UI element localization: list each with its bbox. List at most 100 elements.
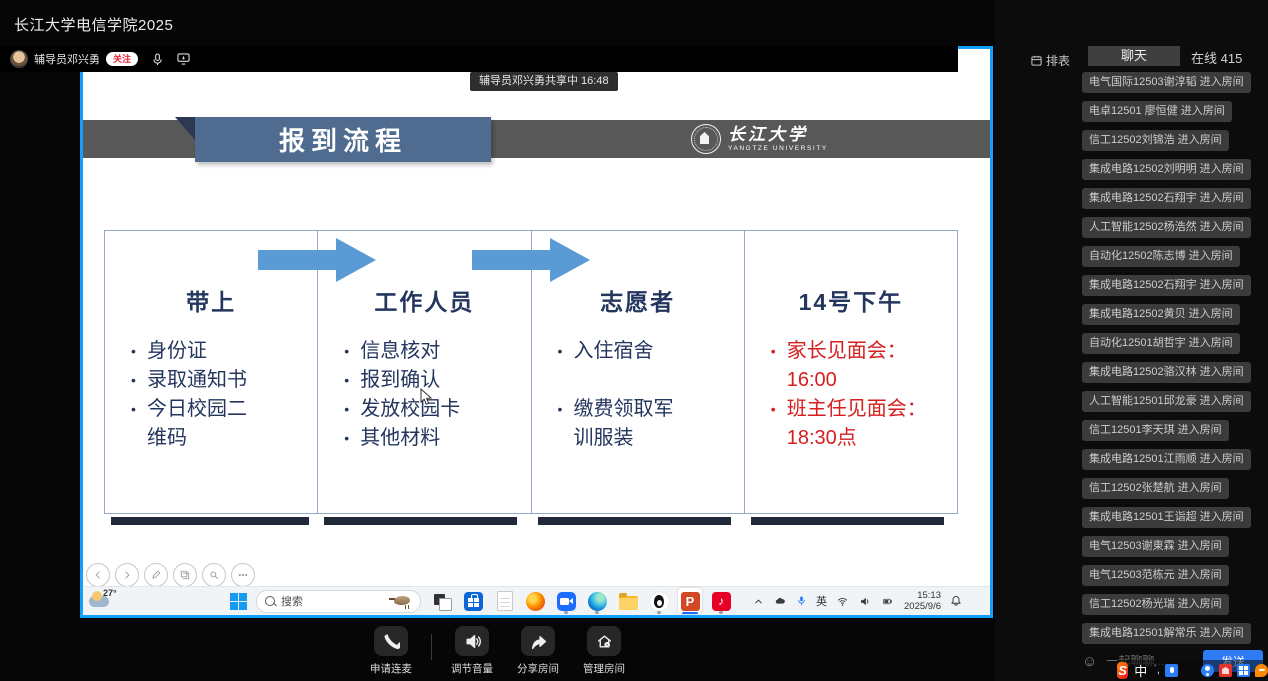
flow-arrow-icon — [258, 238, 376, 282]
next-icon[interactable] — [115, 563, 139, 587]
flow-arrow-icon — [472, 238, 590, 282]
taskbar-netease-music-icon[interactable] — [709, 588, 733, 614]
taskbar-ms-store-icon[interactable] — [461, 588, 485, 614]
column-item: •家长见面会：16:00 — [771, 337, 957, 395]
tray-microphone-icon[interactable] — [796, 595, 807, 607]
schedule-icon — [1031, 55, 1042, 66]
column-underline — [538, 517, 731, 525]
windows-taskbar: 27° 搜索 英 15:132025/9/6 — [83, 586, 990, 615]
ime-emoji-bubble-icon[interactable] — [1255, 664, 1268, 677]
avatar — [10, 50, 28, 68]
chat-message: 电气国际12503谢淳韬 进入房间 — [1082, 72, 1251, 93]
weather-icon — [89, 596, 109, 607]
taskbar-qq-icon[interactable] — [647, 588, 671, 614]
magnifier-icon[interactable] — [202, 563, 226, 587]
ime-tone-icon[interactable]: ˈ, — [1153, 664, 1160, 677]
phone-button[interactable]: 申请连麦 — [365, 626, 417, 676]
column-item: •信息核对 — [344, 337, 530, 366]
microphone-icon — [152, 53, 163, 66]
column-item: •入住宿舍 — [558, 337, 744, 366]
column-header: 14号下午 — [745, 283, 957, 317]
notification-bell-icon[interactable] — [950, 595, 962, 607]
ime-grid-icon[interactable] — [1237, 664, 1250, 677]
sogou-logo-icon[interactable]: S — [1117, 662, 1128, 679]
ime-mode-toggle[interactable]: 中 — [1134, 661, 1147, 680]
tray-volume-icon[interactable] — [858, 596, 871, 607]
window-title: 长江大学电信学院2025 — [14, 14, 173, 35]
chat-message: 集成电路12501解常乐 进入房间 — [1082, 623, 1251, 644]
chat-message: 信工12502刘锦浩 进入房间 — [1082, 130, 1229, 151]
manage-button[interactable]: 管理房间 — [578, 626, 630, 676]
pen-icon[interactable] — [144, 563, 168, 587]
chat-message: 集成电路12502骆汉林 进入房间 — [1082, 362, 1251, 383]
ime-keyboard-icon[interactable] — [1183, 664, 1196, 677]
taskbar-file-explorer-icon[interactable] — [616, 588, 640, 614]
chat-message: 集成电路12502黄贝 进入房间 — [1082, 304, 1240, 325]
taskbar-powerpoint-icon[interactable] — [678, 588, 702, 614]
chat-message: 电卓12501 廖恒健 进入房间 — [1082, 101, 1232, 122]
ime-person-icon[interactable] — [1201, 664, 1214, 677]
column-item: •身份证 — [131, 337, 317, 366]
column-underline — [111, 517, 309, 525]
column-item: •其他材料 — [344, 424, 530, 453]
column-item: •报到确认 — [344, 366, 530, 395]
taskbar-firefox-icon[interactable] — [523, 588, 547, 614]
column-header: 工作人员 — [318, 283, 530, 317]
column-item: •缴费领取军训服装 — [558, 395, 744, 453]
university-emblem-icon — [691, 124, 721, 154]
chat-message: 信工12502杨光瑞 进入房间 — [1082, 594, 1229, 615]
taskbar-search[interactable]: 搜索 — [256, 590, 421, 613]
tab-online-count[interactable]: 在线 415 — [1191, 48, 1242, 67]
chat-message: 人工智能12501邱龙豪 进入房间 — [1082, 391, 1251, 412]
prev-icon[interactable] — [86, 563, 110, 587]
column-item: •录取通知书 — [131, 366, 317, 395]
chat-message: 电气12503范栋元 进入房间 — [1082, 565, 1229, 586]
chat-message: 集成电路12502石翔宇 进入房间 — [1082, 275, 1251, 296]
volume-button[interactable]: 调节音量 — [446, 626, 498, 676]
tray-chevron-up-icon[interactable] — [753, 596, 764, 607]
chat-message: 人工智能12502杨浩然 进入房间 — [1082, 217, 1251, 238]
taskbar-clock[interactable]: 15:132025/9/6 — [904, 590, 941, 612]
control-label: 管理房间 — [583, 661, 625, 676]
more-icon[interactable] — [231, 563, 255, 587]
taskbar-notepad-icon[interactable] — [492, 588, 516, 614]
slides-icon[interactable] — [173, 563, 197, 587]
search-icon — [265, 596, 275, 606]
share-button[interactable]: 分享房间 — [512, 626, 564, 676]
column-underline — [751, 517, 944, 525]
ime-skin-icon[interactable] — [1219, 664, 1232, 677]
university-name-en: YANGTZE UNIVERSITY — [728, 145, 828, 152]
tab-chat[interactable]: 聊天 — [1088, 46, 1180, 66]
column-item: •班主任见面会：18:30点 — [771, 395, 957, 453]
app-window: 长江大学电信学院2025 ≡ × 辅导员邓兴勇 关注 辅导员邓兴勇共享中 16:… — [0, 0, 1268, 681]
schedule-button[interactable]: 排表 — [1031, 52, 1070, 69]
search-bird-image — [390, 594, 416, 609]
volume-icon — [455, 626, 489, 656]
tray-battery-icon[interactable] — [880, 597, 895, 606]
process-column: 14号下午 •家长见面会：16:00•班主任见面会：18:30点 — [745, 231, 957, 513]
tray-wifi-icon[interactable] — [836, 596, 849, 607]
mouse-cursor — [420, 388, 433, 411]
chat-message-list[interactable]: 电气国际12503谢淳韬 进入房间电卓12501 廖恒健 进入房间信工12502… — [1082, 72, 1264, 652]
ime-mic-icon[interactable] — [1165, 664, 1178, 677]
start-button[interactable] — [230, 593, 247, 610]
weather-widget[interactable]: 27° — [87, 588, 121, 614]
chat-message: 集成电路12501江雨顺 进入房间 — [1082, 449, 1251, 470]
sharing-status-tooltip: 辅导员邓兴勇共享中 16:48 — [470, 72, 618, 91]
divider — [431, 634, 432, 660]
chat-message: 电气12503谢東霖 进入房间 — [1082, 536, 1229, 557]
taskbar-task-view-icon[interactable] — [430, 588, 454, 614]
taskbar-tencent-meeting-icon[interactable] — [554, 588, 578, 614]
taskbar-edge-icon[interactable] — [585, 588, 609, 614]
presenter-name: 辅导员邓兴勇 — [34, 51, 100, 67]
presenter-bar: 辅导员邓兴勇 关注 — [0, 46, 958, 72]
emoji-icon[interactable]: ☺ — [1082, 654, 1097, 669]
chat-message: 集成电路12502刘明明 进入房间 — [1082, 159, 1251, 180]
system-tray: 英 15:132025/9/6 — [753, 587, 962, 615]
tray-onedrive-icon[interactable] — [773, 596, 787, 607]
chat-message: 信工12502张楚航 进入房间 — [1082, 478, 1229, 499]
chat-message: 信工12501李天琪 进入房间 — [1082, 420, 1229, 441]
tray-ime-lang-icon[interactable]: 英 — [816, 593, 827, 609]
follow-button[interactable]: 关注 — [106, 52, 138, 66]
manage-icon — [587, 626, 621, 656]
